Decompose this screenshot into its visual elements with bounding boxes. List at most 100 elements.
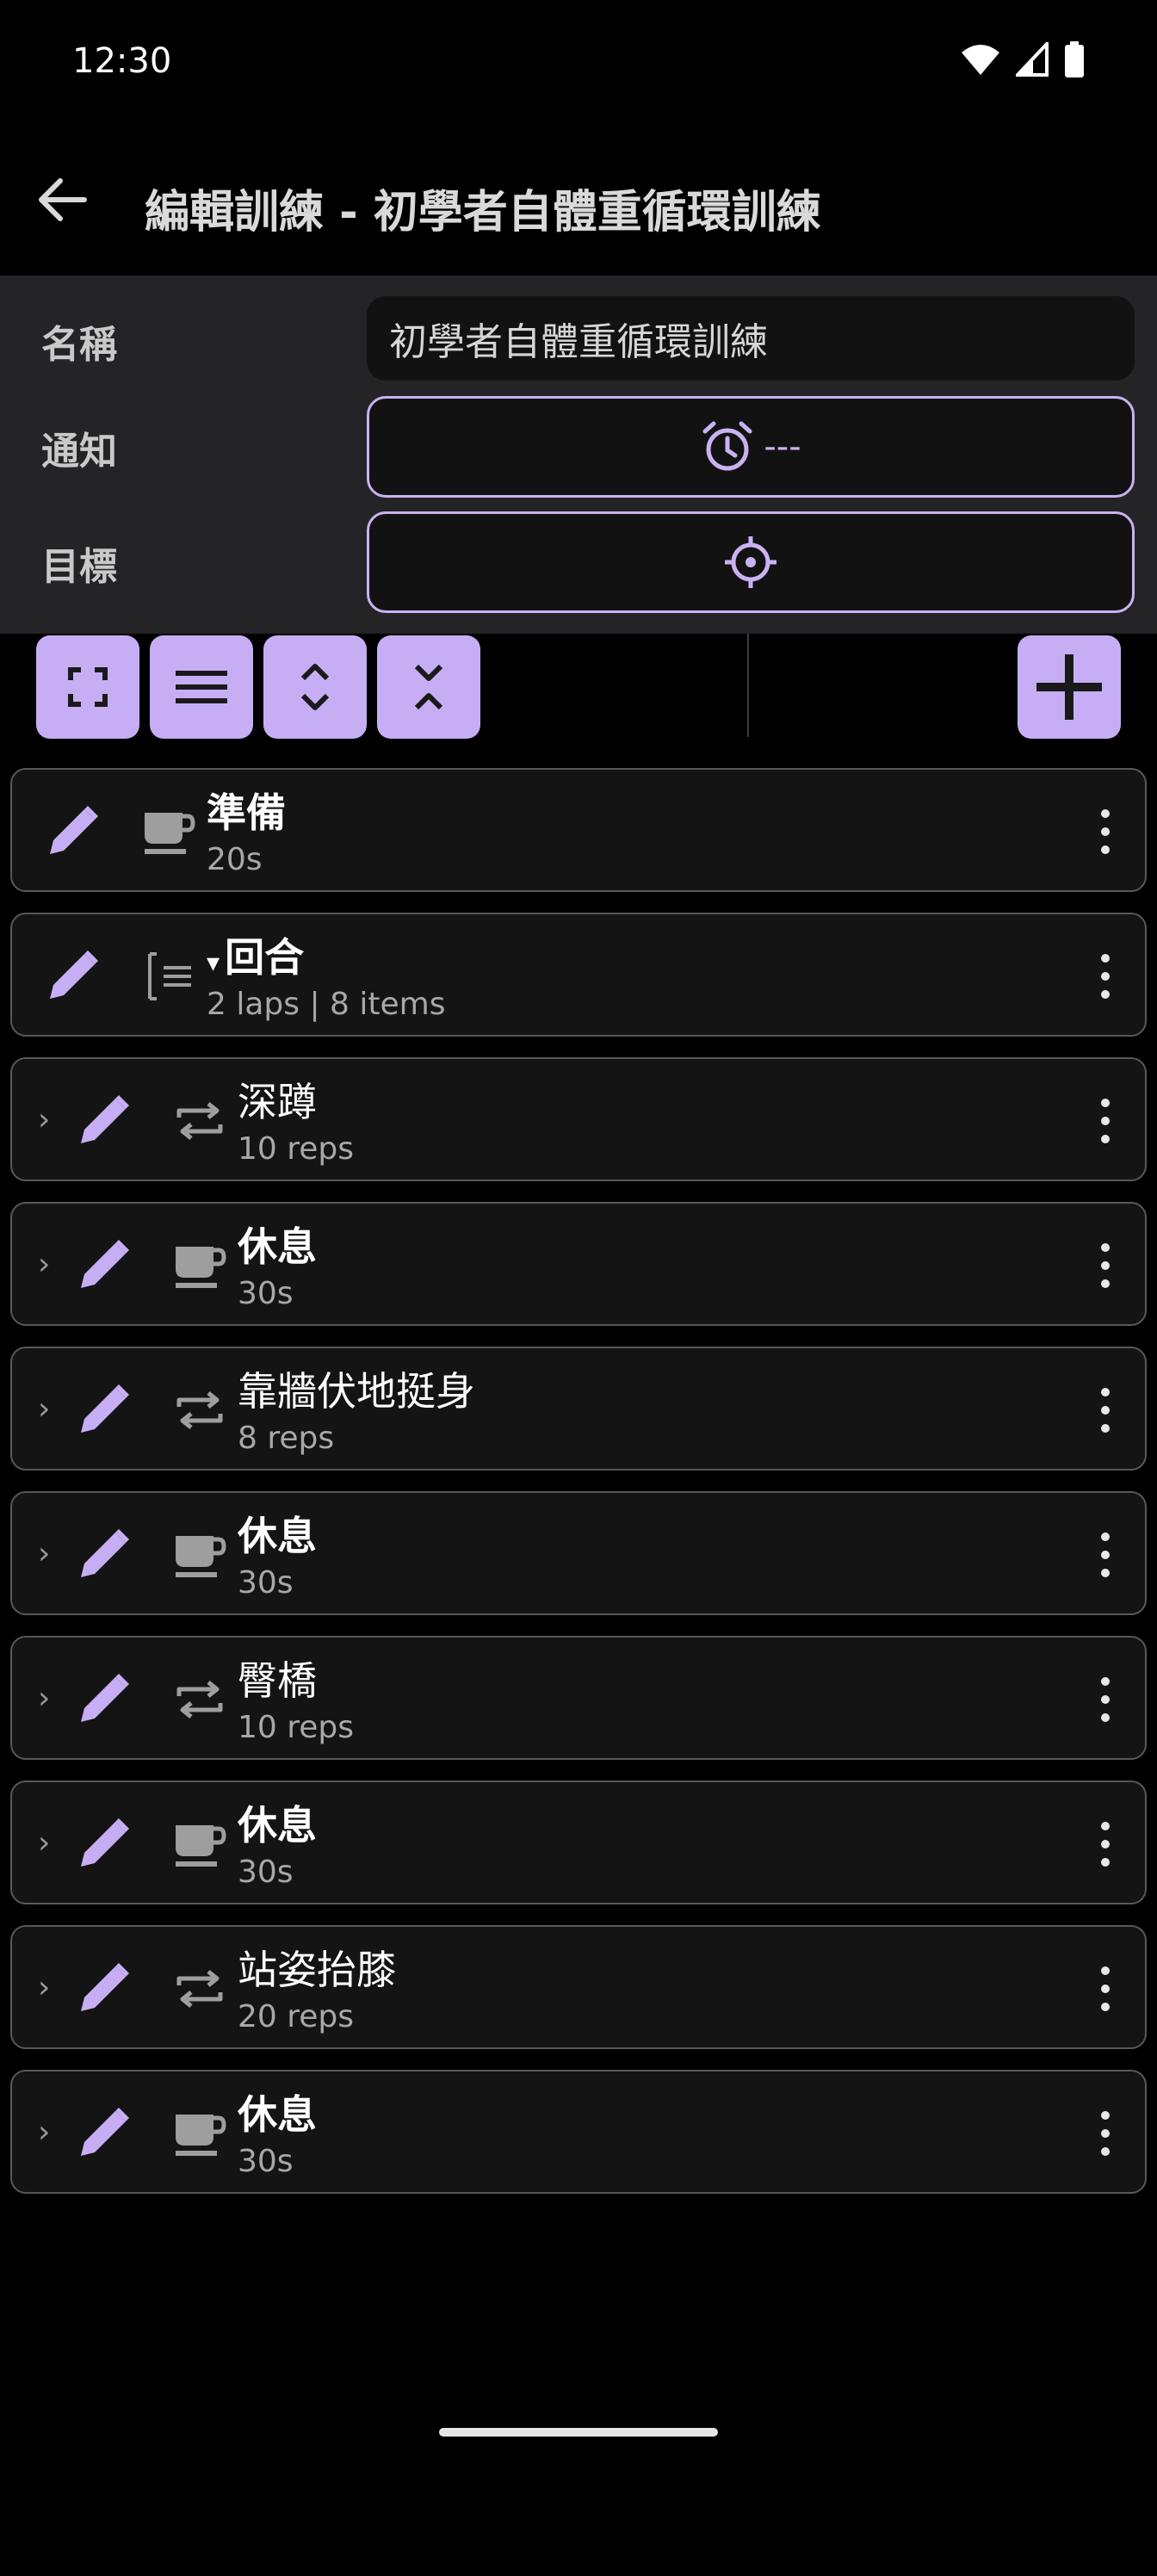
menu-dot — [1101, 808, 1110, 818]
gesture-nav-bar — [439, 2428, 718, 2437]
toolbar — [0, 634, 1157, 740]
edit-pencil-icon[interactable] — [67, 1229, 139, 1302]
name-label: 名稱 — [41, 323, 117, 367]
caret-down-icon[interactable]: ▾ — [207, 948, 220, 978]
item-subtitle: 30s — [238, 1855, 294, 1890]
edit-pencil-icon[interactable] — [67, 1953, 139, 2025]
chevron-right-icon[interactable]: › — [38, 1391, 50, 1427]
workout-item-row[interactable]: › 靠牆伏地挺身 8 reps — [10, 1347, 1147, 1471]
menu-dot — [1101, 2147, 1110, 2157]
menu-dot — [1101, 2128, 1110, 2138]
chevron-right-icon[interactable]: › — [38, 1970, 50, 2005]
back-button[interactable] — [31, 169, 93, 231]
edit-pencil-icon[interactable] — [67, 1663, 139, 1736]
more-vert-icon[interactable] — [1088, 1383, 1123, 1438]
coffee-cup-icon — [169, 2102, 231, 2164]
wifi-icon — [962, 45, 999, 75]
unfold-button[interactable] — [263, 635, 367, 739]
item-subtitle: 30s — [238, 1565, 294, 1601]
menu-dot — [1101, 827, 1110, 836]
menu-dot — [1101, 2110, 1110, 2120]
more-vert-icon[interactable] — [1088, 1238, 1123, 1293]
workout-item-row[interactable]: ▾ 回合 2 laps | 8 items — [10, 913, 1147, 1037]
more-vert-icon[interactable] — [1088, 2106, 1123, 2161]
edit-pencil-icon[interactable] — [36, 796, 108, 868]
item-title: 休息 — [238, 1794, 317, 1851]
workout-item-row[interactable]: › 休息 30s — [10, 1491, 1147, 1615]
edit-pencil-icon[interactable] — [67, 1519, 139, 1591]
alarm-clock-icon — [702, 421, 752, 471]
item-title-text: 準備 — [207, 790, 286, 836]
unfold-more-icon — [300, 664, 330, 710]
goal-label: 目標 — [41, 545, 117, 589]
edit-pencil-icon[interactable] — [67, 1085, 139, 1157]
more-vert-icon[interactable] — [1088, 1961, 1123, 2016]
menu-dot — [1101, 1984, 1110, 1993]
chevron-right-icon[interactable]: › — [38, 1825, 50, 1861]
expand-all-button[interactable] — [36, 635, 139, 739]
more-vert-icon[interactable] — [1088, 1527, 1123, 1582]
repeat-icon — [169, 1669, 231, 1731]
name-input[interactable]: 初學者自體重循環訓練 — [367, 296, 1135, 381]
menu-dot — [1101, 1532, 1110, 1541]
chevron-right-icon[interactable]: › — [38, 1102, 50, 1137]
more-vert-icon[interactable] — [1088, 1093, 1123, 1149]
workout-item-row[interactable]: › 深蹲 10 reps — [10, 1057, 1147, 1181]
item-title-text: 休息 — [238, 2091, 317, 2138]
workout-item-row[interactable]: › 休息 30s — [10, 1202, 1147, 1326]
menu-lines-icon — [176, 671, 227, 703]
more-vert-icon[interactable] — [1088, 804, 1123, 859]
item-title: 休息 — [238, 1216, 317, 1273]
goal-button[interactable] — [367, 511, 1135, 613]
notify-button[interactable]: --- — [367, 396, 1135, 498]
chevron-right-icon[interactable]: › — [38, 1681, 50, 1716]
item-title-text: 站姿抬膝 — [238, 1947, 396, 1993]
item-title-text: 休息 — [238, 1223, 317, 1270]
more-vert-icon[interactable] — [1088, 949, 1123, 1004]
repeat-icon — [169, 1379, 231, 1441]
toolbar-divider — [747, 634, 749, 737]
menu-dot — [1101, 1424, 1110, 1434]
workout-item-row[interactable]: › 休息 30s — [10, 2070, 1147, 2194]
menu-dot — [1101, 1694, 1110, 1704]
workout-item-row[interactable]: › 站姿抬膝 20 reps — [10, 1925, 1147, 2049]
form-panel: 名稱 初學者自體重循環訓練 通知 --- 目標 — [0, 276, 1157, 634]
plus-icon — [1036, 654, 1102, 720]
menu-dot — [1101, 1966, 1110, 1975]
edit-pencil-icon[interactable] — [67, 1374, 139, 1446]
menu-dot — [1101, 1242, 1110, 1252]
menu-dot — [1101, 971, 1110, 981]
edit-pencil-icon[interactable] — [36, 940, 108, 1012]
item-title: 深蹲 — [238, 1071, 317, 1128]
add-button[interactable] — [1018, 635, 1121, 739]
fold-button[interactable] — [377, 635, 480, 739]
item-title-text: 回合 — [225, 934, 305, 981]
item-title: 準備 — [207, 782, 286, 839]
menu-dot — [1101, 1858, 1110, 1867]
list-view-button[interactable] — [150, 635, 253, 739]
menu-dot — [1101, 1676, 1110, 1686]
repeat-icon — [169, 1090, 231, 1152]
item-title: 休息 — [238, 2084, 317, 2140]
workout-item-row[interactable]: › 臀橋 10 reps — [10, 1636, 1147, 1760]
more-vert-icon[interactable] — [1088, 1817, 1123, 1872]
menu-dot — [1101, 1405, 1110, 1415]
menu-dot — [1101, 845, 1110, 855]
fullscreen-icon — [68, 667, 108, 707]
chevron-right-icon[interactable]: › — [38, 2115, 50, 2150]
edit-pencil-icon[interactable] — [67, 2097, 139, 2170]
item-title-text: 休息 — [238, 1513, 317, 1559]
more-vert-icon[interactable] — [1088, 1672, 1123, 1727]
crosshair-icon — [725, 536, 776, 588]
edit-pencil-icon[interactable] — [67, 1808, 139, 1880]
item-title: ▾ 回合 — [207, 926, 304, 983]
page-title: 編輯訓練 - 初學者自體重循環訓練 — [145, 187, 821, 238]
workout-item-row[interactable]: 準備 20s — [10, 768, 1147, 892]
app-bar: 編輯訓練 - 初學者自體重循環訓練 — [0, 129, 1157, 276]
workout-item-row[interactable]: › 休息 30s — [10, 1780, 1147, 1904]
menu-dot — [1101, 1260, 1110, 1270]
item-title-text: 臀橋 — [238, 1657, 317, 1704]
chevron-right-icon[interactable]: › — [38, 1536, 50, 1571]
chevron-right-icon[interactable]: › — [38, 1247, 50, 1282]
round-list-icon — [138, 945, 200, 1007]
